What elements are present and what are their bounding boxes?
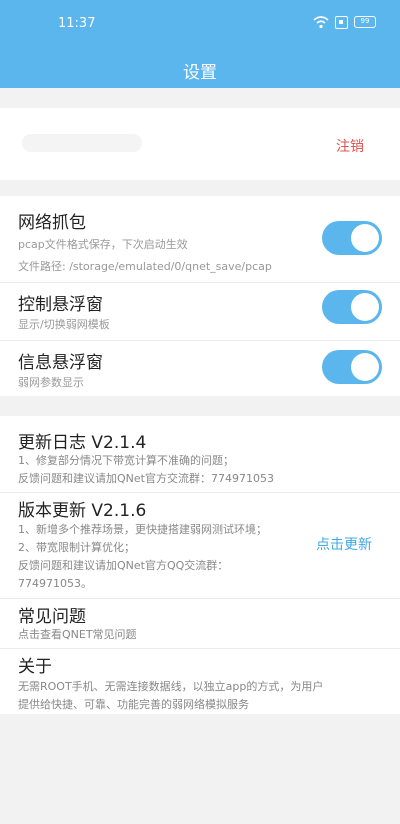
toggle-knob	[351, 353, 379, 381]
changelog-title: 更新日志 V2.1.4	[18, 433, 147, 453]
capture-toggle[interactable]	[322, 221, 382, 255]
account-name-redacted	[22, 134, 142, 152]
settings-card: 网络抓包 pcap文件格式保存，下次启动生效 文件路径: /storage/em…	[0, 196, 400, 396]
info-float-desc: 弱网参数显示	[18, 376, 84, 389]
version-update-title: 版本更新 V2.1.6	[18, 501, 147, 521]
changelog-row[interactable]: 更新日志 V2.1.4 1、修复部分情况下带宽计算不准确的问题； 反馈问题和建议…	[0, 416, 400, 490]
wifi-icon	[313, 16, 329, 29]
setting-row-control-float: 控制悬浮窗 显示/切换弱网模板	[0, 282, 400, 338]
about-line: 无需ROOT手机、无需连接数据线，以独立app的方式，为用户	[18, 680, 324, 693]
capture-title: 网络抓包	[18, 213, 86, 233]
version-update-line: 1、新增多个推荐场景，更快捷搭建弱网测试环境；	[18, 523, 267, 536]
status-icons: 99	[313, 14, 376, 30]
logout-button[interactable]: 注销	[336, 136, 364, 156]
update-now-button[interactable]: 点击更新	[316, 534, 372, 554]
toggle-knob	[351, 224, 379, 252]
status-bar: 11:37 99	[0, 0, 400, 40]
changelog-line: 反馈问题和建议请加QNet官方交流群：774971053	[18, 472, 274, 485]
version-update-line: 774971053。	[18, 577, 92, 590]
control-float-toggle[interactable]	[322, 290, 382, 324]
version-update-row: 版本更新 V2.1.6 1、新增多个推荐场景，更快捷搭建弱网测试环境； 2、带宽…	[0, 492, 400, 602]
setting-row-info-float: 信息悬浮窗 弱网参数显示	[0, 340, 400, 396]
faq-row[interactable]: 常见问题 点击查看QNET常见问题	[0, 598, 400, 648]
setting-row-capture: 网络抓包 pcap文件格式保存，下次启动生效 文件路径: /storage/em…	[0, 196, 400, 276]
about-title: 关于	[18, 657, 52, 677]
info-float-toggle[interactable]	[322, 350, 382, 384]
about-row[interactable]: 关于 无需ROOT手机、无需连接数据线，以独立app的方式，为用户 提供给快捷、…	[0, 648, 400, 714]
info-card: 更新日志 V2.1.4 1、修复部分情况下带宽计算不准确的问题； 反馈问题和建议…	[0, 416, 400, 714]
capture-desc: pcap文件格式保存，下次启动生效	[18, 238, 188, 251]
about-line: 提供给快捷、可靠、功能完善的弱网络模拟服务	[18, 698, 249, 711]
faq-title: 常见问题	[18, 607, 86, 627]
capture-path: 文件路径: /storage/emulated/0/qnet_save/pcap	[18, 260, 272, 273]
page-title: 设置	[183, 63, 217, 83]
status-time: 11:37	[58, 16, 96, 31]
version-update-line: 2、带宽限制计算优化；	[18, 541, 135, 554]
changelog-line: 1、修复部分情况下带宽计算不准确的问题；	[18, 454, 234, 467]
battery-icon: 99	[354, 16, 376, 28]
faq-desc: 点击查看QNET常见问题	[18, 628, 137, 641]
control-float-title: 控制悬浮窗	[18, 295, 103, 315]
version-update-line: 反馈问题和建议请加QNet官方QQ交流群：	[18, 559, 229, 572]
account-card: 注销	[0, 108, 400, 180]
toggle-knob	[351, 293, 379, 321]
info-float-title: 信息悬浮窗	[18, 353, 103, 373]
sim-icon	[335, 15, 348, 29]
control-float-desc: 显示/切换弱网模板	[18, 318, 110, 331]
app-header: 11:37 99 设置	[0, 0, 400, 88]
